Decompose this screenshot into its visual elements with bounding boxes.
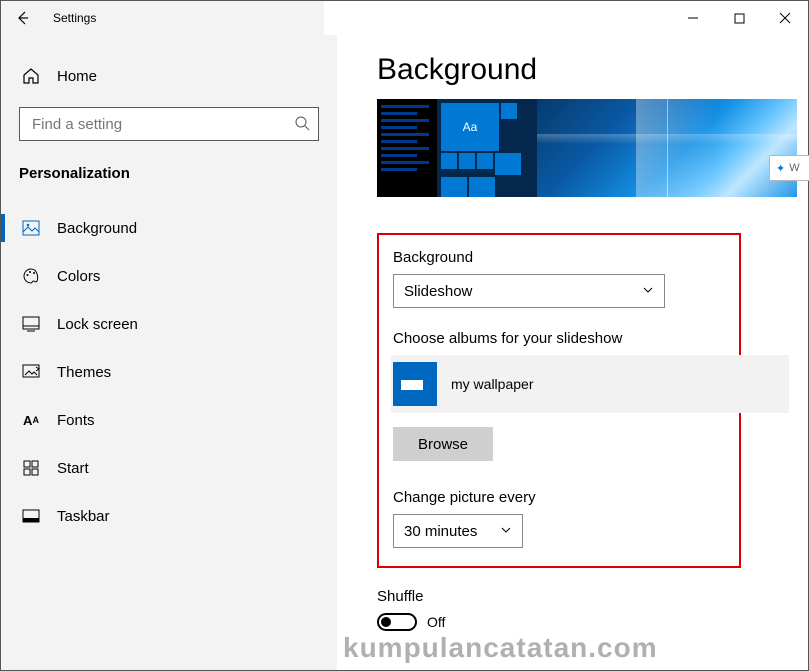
background-select[interactable]: Slideshow bbox=[393, 274, 665, 308]
home-nav[interactable]: Home bbox=[1, 59, 337, 93]
lockscreen-icon bbox=[19, 316, 43, 332]
preview-tile-aa: Aa bbox=[441, 103, 499, 151]
sidebar-item-background[interactable]: Background bbox=[1, 204, 337, 252]
search-input[interactable] bbox=[30, 115, 294, 134]
star-icon: ✦ bbox=[776, 162, 785, 175]
side-tab[interactable]: ✦ W bbox=[769, 155, 809, 181]
title-bar: Settings bbox=[1, 1, 808, 35]
search-box[interactable] bbox=[19, 107, 319, 141]
chevron-down-icon bbox=[642, 283, 654, 300]
background-field-label: Background bbox=[393, 249, 723, 266]
sidebar-item-taskbar[interactable]: Taskbar bbox=[1, 492, 337, 540]
home-icon bbox=[19, 67, 43, 85]
shuffle-block: Shuffle Off bbox=[377, 588, 808, 631]
albums-label: Choose albums for your slideshow bbox=[393, 330, 723, 347]
browse-button[interactable]: Browse bbox=[393, 427, 493, 461]
shuffle-label: Shuffle bbox=[377, 588, 808, 605]
sidebar-item-label: Taskbar bbox=[57, 508, 110, 525]
change-interval-value: 30 minutes bbox=[404, 523, 477, 540]
sidebar-item-fonts[interactable]: AA Fonts bbox=[1, 396, 337, 444]
fonts-icon: AA bbox=[19, 413, 43, 428]
sidebar-item-label: Start bbox=[57, 460, 89, 477]
sidebar-item-label: Lock screen bbox=[57, 316, 138, 333]
album-item[interactable]: my wallpaper bbox=[391, 355, 789, 413]
sidebar-item-lockscreen[interactable]: Lock screen bbox=[1, 300, 337, 348]
home-label: Home bbox=[57, 68, 97, 85]
wallpaper-preview: Aa bbox=[377, 99, 797, 197]
picture-icon bbox=[19, 220, 43, 236]
close-button[interactable] bbox=[762, 2, 808, 34]
highlighted-settings: Background Slideshow Choose albums for y… bbox=[377, 233, 741, 568]
minimize-button[interactable] bbox=[670, 2, 716, 34]
section-label: Personalization bbox=[1, 141, 337, 198]
shuffle-state-text: Off bbox=[427, 614, 445, 630]
change-interval-select[interactable]: 30 minutes bbox=[393, 514, 523, 548]
folder-icon bbox=[393, 362, 437, 406]
sidebar-item-label: Background bbox=[57, 220, 137, 237]
toggle-track bbox=[377, 613, 417, 631]
maximize-button[interactable] bbox=[716, 2, 762, 34]
sidebar-item-start[interactable]: Start bbox=[1, 444, 337, 492]
side-tab-text: W bbox=[789, 162, 799, 174]
chevron-down-icon bbox=[500, 523, 512, 540]
preview-start-tiles: Aa bbox=[437, 99, 537, 197]
themes-icon bbox=[19, 364, 43, 380]
sidebar-item-label: Colors bbox=[57, 268, 100, 285]
sidebar-item-colors[interactable]: Colors bbox=[1, 252, 337, 300]
sidebar-item-themes[interactable]: Themes bbox=[1, 348, 337, 396]
sidebar-item-label: Themes bbox=[57, 364, 111, 381]
window-title: Settings bbox=[53, 11, 96, 25]
window-controls bbox=[670, 2, 808, 34]
change-picture-label: Change picture every bbox=[393, 489, 723, 506]
taskbar-icon bbox=[19, 509, 43, 523]
browse-button-label: Browse bbox=[418, 436, 468, 453]
start-icon bbox=[19, 460, 43, 476]
preview-taskbar bbox=[377, 99, 437, 197]
sidebar-item-label: Fonts bbox=[57, 412, 95, 429]
preview-desktop bbox=[537, 99, 797, 197]
watermark: kumpulancatatan.com bbox=[343, 632, 658, 664]
page-title: Background bbox=[377, 53, 808, 87]
background-select-value: Slideshow bbox=[404, 283, 472, 300]
toggle-thumb bbox=[381, 617, 391, 627]
main-content: Background Aa ✦ W Background Slideshow C… bbox=[337, 35, 808, 670]
album-name: my wallpaper bbox=[451, 376, 533, 392]
nav-list: Background Colors Lock screen Themes AA … bbox=[1, 198, 337, 540]
sidebar: Home Personalization Background Colors L… bbox=[1, 35, 337, 670]
shuffle-toggle[interactable]: Off bbox=[377, 613, 808, 631]
back-button[interactable] bbox=[11, 6, 35, 30]
palette-icon bbox=[19, 267, 43, 285]
search-icon bbox=[294, 115, 310, 134]
